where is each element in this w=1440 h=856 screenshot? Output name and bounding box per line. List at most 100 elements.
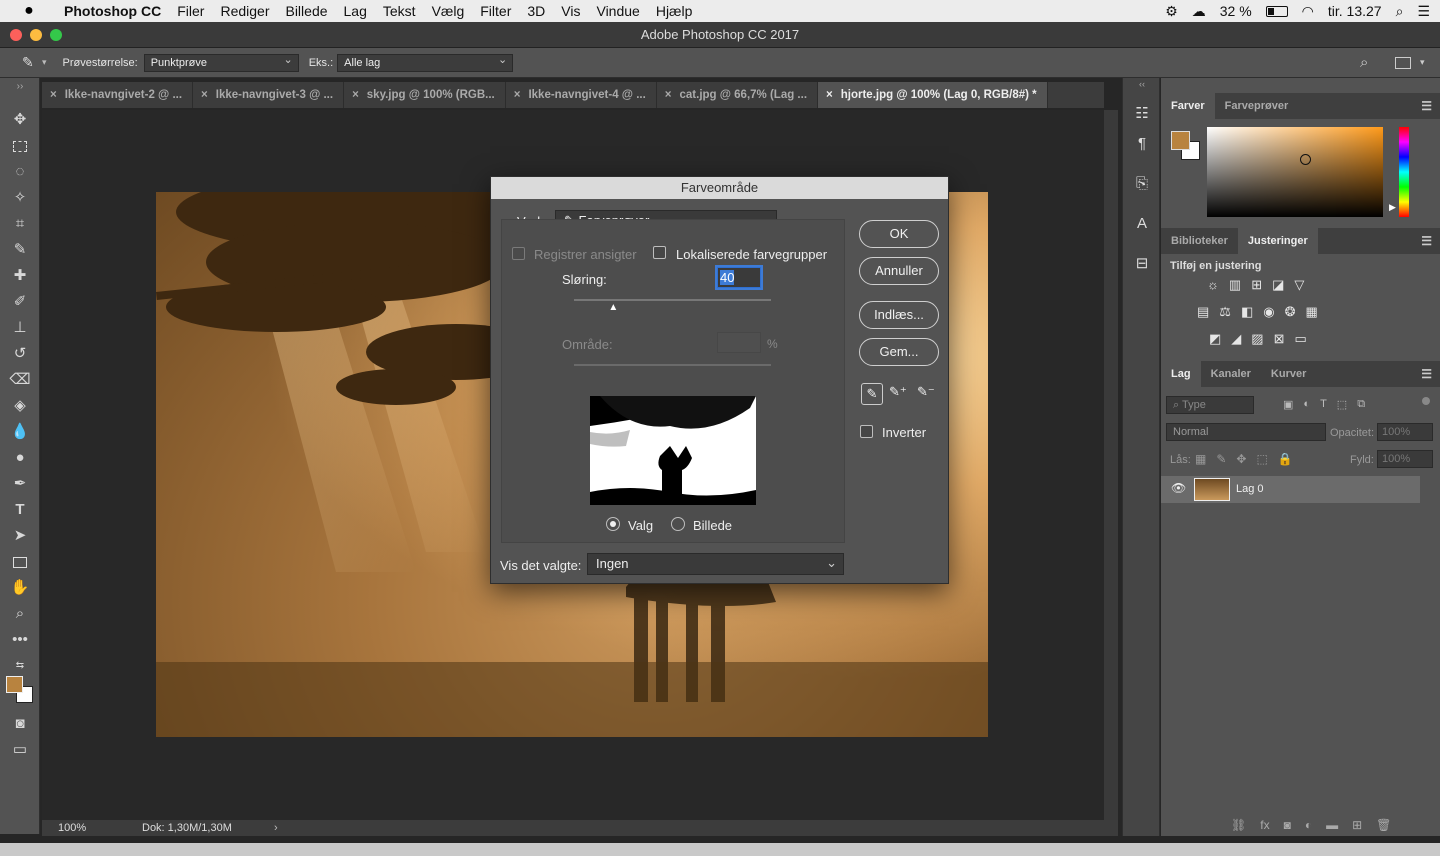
channel-mixer-icon[interactable]: ❂ <box>1285 304 1296 320</box>
lock-position-icon[interactable]: ✥ <box>1236 452 1246 466</box>
blend-mode-select[interactable]: Normal <box>1166 423 1326 441</box>
tab-lag[interactable]: Lag <box>1161 361 1201 387</box>
threshold-icon[interactable]: ▨ <box>1251 331 1263 347</box>
load-button[interactable]: Indlæs... <box>859 301 939 329</box>
link-layers-icon[interactable]: ⛓ <box>1231 818 1246 832</box>
menu-billede[interactable]: Billede <box>277 3 335 19</box>
tab-ikke-navngivet-3[interactable]: × Ikke-navngivet-3 @ ... <box>193 82 345 108</box>
marquee-tool-icon[interactable] <box>9 136 31 156</box>
vibrance-icon[interactable]: ▽ <box>1294 277 1304 293</box>
panel-menu-icon[interactable]: ☰ <box>1421 367 1432 381</box>
layer-filter-select[interactable]: ⌕ Type <box>1166 396 1254 414</box>
layer-row[interactable]: 👁 Lag 0 <box>1161 476 1420 503</box>
opacity-field[interactable]: 100% <box>1377 423 1433 441</box>
quick-selection-tool-icon[interactable]: ✧ <box>9 188 31 208</box>
sample-size-select[interactable]: Punktprøve <box>143 52 299 72</box>
character-panel-icon[interactable]: A <box>1132 214 1152 234</box>
close-tab-icon[interactable]: × <box>826 82 833 108</box>
posterize-icon[interactable]: ◢ <box>1231 331 1241 347</box>
lock-artboard-icon[interactable]: ⬚ <box>1256 452 1267 466</box>
paragraph-panel-icon[interactable]: ¶ <box>1132 134 1152 154</box>
panel-foreground-swatch[interactable] <box>1171 131 1190 150</box>
screen-mode-icon[interactable]: ▭ <box>9 740 31 760</box>
zoom-tool-icon[interactable]: ⌕ <box>9 604 31 624</box>
clock[interactable]: tir. 13.27 <box>1328 3 1382 19</box>
filter-smart-object-icon[interactable]: ⧉ <box>1357 398 1365 411</box>
tab-sky[interactable]: × sky.jpg @ 100% (RGB... <box>344 82 506 108</box>
blur-tool-icon[interactable]: 💧 <box>9 422 31 442</box>
filter-adjustment-icon[interactable]: ◐ <box>1303 398 1310 411</box>
layer-name[interactable]: Lag 0 <box>1236 483 1264 495</box>
menu-tekst[interactable]: Tekst <box>375 3 424 19</box>
clone-stamp-tool-icon[interactable]: ⊥ <box>9 318 31 338</box>
wifi-icon[interactable]: ◠ <box>1302 3 1314 20</box>
color-field[interactable] <box>1207 127 1383 217</box>
properties-panel-icon[interactable]: ⊟ <box>1132 254 1152 274</box>
tab-cat[interactable]: × cat.jpg @ 66,7% (Lag ... <box>657 82 819 108</box>
move-tool-icon[interactable]: ✥ <box>9 110 31 130</box>
menu-rediger[interactable]: Rediger <box>212 3 277 19</box>
lock-transparency-icon[interactable]: ▦ <box>1195 452 1206 466</box>
close-tab-icon[interactable]: × <box>50 82 57 108</box>
ok-button[interactable]: OK <box>859 220 939 248</box>
quick-mask-icon[interactable]: ◙ <box>9 714 31 734</box>
extensions-icon[interactable]: ⚙ <box>1165 3 1178 20</box>
photo-filter-icon[interactable]: ◉ <box>1263 304 1274 320</box>
fill-field[interactable]: 100% <box>1377 450 1433 468</box>
eyedropper-sample-icon[interactable]: ✎ <box>861 383 883 405</box>
status-menu-arrow-icon[interactable]: › <box>274 822 278 834</box>
panel-menu-icon[interactable]: ☰ <box>1421 234 1432 248</box>
eye-icon[interactable]: 👁 <box>1171 481 1186 495</box>
doc-size[interactable]: Dok: 1,30M/1,30M <box>142 822 274 834</box>
invert-icon[interactable]: ◩ <box>1209 331 1221 347</box>
menu-app-name[interactable]: Photoshop CC <box>50 3 169 19</box>
brightness-contrast-icon[interactable]: ☼ <box>1207 277 1219 293</box>
tab-hjorte[interactable]: × hjorte.jpg @ 100% (Lag 0, RGB/8#) * <box>818 82 1048 108</box>
swap-colors-icon[interactable]: ⇆ <box>9 656 31 676</box>
color-lookup-icon[interactable]: ▦ <box>1306 304 1318 320</box>
tab-kanaler[interactable]: Kanaler <box>1201 361 1261 387</box>
color-picker-cursor[interactable] <box>1300 154 1311 165</box>
battery-icon[interactable] <box>1265 5 1288 17</box>
range-slider-track[interactable] <box>574 364 771 366</box>
menu-filer[interactable]: Filer <box>169 3 212 19</box>
new-layer-icon[interactable]: ⊞ <box>1352 818 1362 832</box>
tab-farver[interactable]: Farver <box>1161 93 1215 119</box>
menu-3d[interactable]: 3D <box>519 3 553 19</box>
workspace-dropdown-icon[interactable]: ▾ <box>1420 57 1425 68</box>
more-tools-icon[interactable]: ••• <box>9 630 31 650</box>
fuzziness-slider-thumb[interactable]: ▲ <box>608 302 618 313</box>
eyedropper-add-icon[interactable]: ✎⁺ <box>889 384 907 400</box>
menu-vindue[interactable]: Vindue <box>588 3 647 19</box>
history-panel-icon[interactable]: ☷ <box>1132 104 1152 124</box>
collapse-icon[interactable]: ›› <box>9 82 31 92</box>
lock-all-icon[interactable]: 🔒 <box>1278 452 1293 466</box>
brush-tool-icon[interactable]: ✐ <box>9 292 31 312</box>
search-icon[interactable]: ⌕ <box>1360 54 1368 71</box>
delete-layer-icon[interactable]: 🗑 <box>1376 818 1391 832</box>
tab-farveprover[interactable]: Farveprøver <box>1215 93 1299 119</box>
new-group-icon[interactable]: ▬ <box>1326 818 1338 832</box>
invert-checkbox[interactable] <box>860 425 873 438</box>
close-tab-icon[interactable]: × <box>201 82 208 108</box>
eraser-tool-icon[interactable]: ⌫ <box>9 370 31 390</box>
save-button[interactable]: Gem... <box>859 338 939 366</box>
tab-biblioteker[interactable]: Biblioteker <box>1161 228 1238 254</box>
selective-color-icon[interactable]: ⊠ <box>1274 331 1285 347</box>
eyedropper-tool-icon[interactable]: ✎ <box>9 240 31 260</box>
lock-pixels-icon[interactable]: ✎ <box>1216 452 1226 466</box>
tab-justeringer[interactable]: Justeringer <box>1237 228 1318 254</box>
layer-style-icon[interactable]: fx <box>1260 818 1269 832</box>
minimize-window-button[interactable] <box>30 29 42 41</box>
workspace-icon[interactable] <box>1395 56 1411 69</box>
hue-slider[interactable] <box>1399 127 1409 217</box>
gradient-map-icon[interactable]: ▭ <box>1295 331 1307 347</box>
filter-type-icon[interactable]: T <box>1320 398 1327 411</box>
lasso-tool-icon[interactable]: ◌ <box>9 162 31 182</box>
tab-ikke-navngivet-4[interactable]: × Ikke-navngivet-4 @ ... <box>506 82 657 108</box>
range-input[interactable] <box>717 332 761 353</box>
eyedropper-tool-preset-icon[interactable]: ✎ <box>22 54 42 71</box>
rectangle-tool-icon[interactable] <box>9 552 31 572</box>
curves-icon[interactable]: ⊞ <box>1251 277 1262 293</box>
selection-preview-select[interactable]: Ingen ⌄ <box>587 553 844 575</box>
